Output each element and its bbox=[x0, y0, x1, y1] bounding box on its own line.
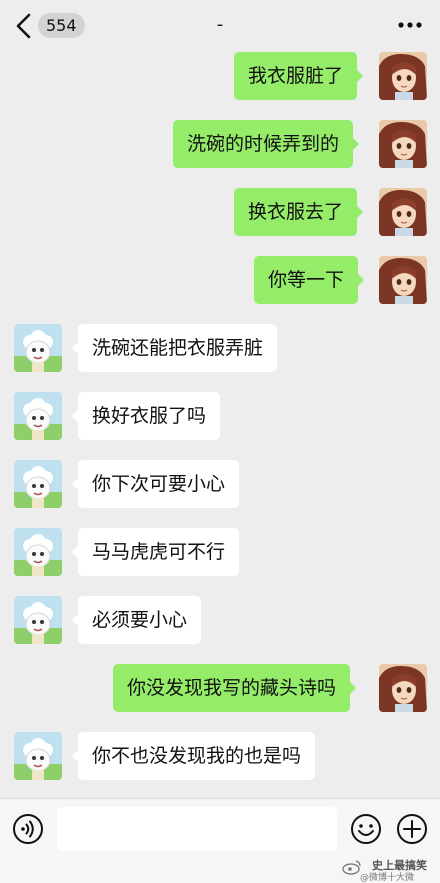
input-bar: 史上最搞笑 @微博十大微 bbox=[0, 798, 440, 883]
message-bubble-incoming[interactable]: 你下次可要小心 bbox=[71, 460, 240, 508]
voice-icon[interactable] bbox=[12, 813, 44, 845]
girl-avatar[interactable] bbox=[379, 120, 427, 168]
message-bubble-incoming[interactable]: 换好衣服了吗 bbox=[71, 392, 221, 440]
girl-avatar[interactable] bbox=[379, 188, 427, 236]
girl-avatar[interactable] bbox=[379, 664, 427, 712]
message-bubble-incoming[interactable]: 必须要小心 bbox=[71, 596, 202, 644]
girl-avatar[interactable] bbox=[379, 52, 427, 100]
sheep-avatar[interactable] bbox=[14, 392, 62, 440]
sheep-avatar[interactable] bbox=[14, 732, 62, 780]
sheep-avatar[interactable] bbox=[14, 324, 62, 372]
sheep-avatar[interactable] bbox=[14, 596, 62, 644]
chat-header: 554 - bbox=[0, 0, 440, 52]
message-bubble-outgoing[interactable]: 换衣服去了 bbox=[234, 188, 364, 236]
weibo-logo-icon bbox=[342, 860, 361, 875]
plus-icon[interactable] bbox=[396, 813, 428, 845]
message-bubble-incoming[interactable]: 你不也没发现我的也是吗 bbox=[71, 732, 316, 780]
message-input[interactable] bbox=[57, 807, 337, 851]
watermark: 史上最搞笑 @微博十大微 bbox=[336, 857, 440, 883]
watermark-handle: @微博十大微 bbox=[360, 873, 415, 883]
sheep-avatar[interactable] bbox=[14, 460, 62, 508]
more-dots-icon[interactable] bbox=[398, 20, 422, 30]
chat-title: - bbox=[216, 14, 224, 35]
message-bubble-incoming[interactable]: 马马虎虎可不行 bbox=[71, 528, 240, 576]
sheep-avatar[interactable] bbox=[14, 528, 62, 576]
emoji-icon[interactable] bbox=[350, 813, 382, 845]
message-bubble-outgoing[interactable]: 洗碗的时候弄到的 bbox=[173, 120, 360, 168]
message-bubble-outgoing[interactable]: 我衣服脏了 bbox=[234, 52, 364, 100]
message-bubble-outgoing[interactable]: 你没发现我写的藏头诗吗 bbox=[113, 664, 357, 712]
girl-avatar[interactable] bbox=[379, 256, 427, 304]
message-bubble-incoming[interactable]: 洗碗还能把衣服弄脏 bbox=[71, 324, 278, 372]
message-bubble-outgoing[interactable]: 你等一下 bbox=[254, 256, 365, 304]
